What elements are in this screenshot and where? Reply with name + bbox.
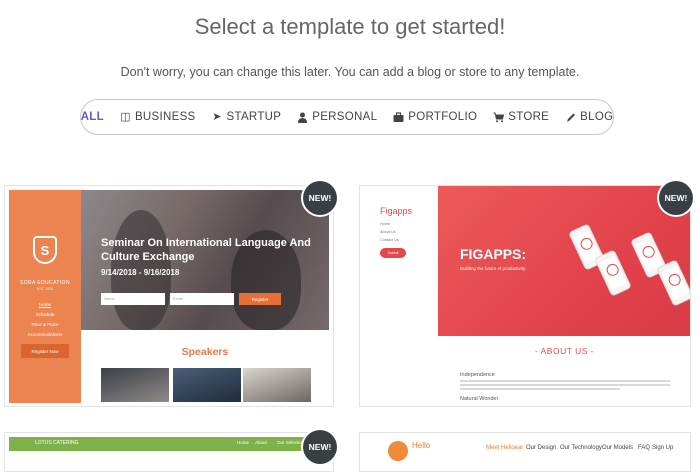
new-badge: NEW!: [303, 430, 337, 464]
template-card-figapps[interactable]: Figapps Home About Us Contact Us Submit …: [359, 185, 691, 407]
filter-business-label: BUSINESS: [134, 111, 196, 123]
filter-blog-label: BLOG: [580, 111, 614, 123]
figapps-tagline: Building the future of productivity.: [460, 266, 527, 271]
education-speakers-heading: Speakers: [181, 346, 229, 358]
figapps-title: FIGAPPS:: [460, 246, 527, 262]
filter-portfolio[interactable]: PORTFOLIO: [393, 111, 477, 123]
filter-personal-label: PERSONAL: [312, 111, 378, 123]
shield-logo-icon: S: [33, 236, 57, 264]
rocket-icon: ➤: [212, 110, 222, 123]
catering-nav-selection: Our Selection: [277, 440, 305, 445]
hello-nav-models: Our Models: [602, 445, 634, 451]
figapps-link-contact: Contact Us: [380, 238, 399, 242]
cart-icon: [493, 112, 505, 123]
document-icon: ◫: [120, 110, 131, 123]
filter-blog[interactable]: BLOG: [565, 111, 613, 123]
page-subtitle: Don't worry, you can change this later. …: [120, 65, 580, 79]
filter-business[interactable]: ◫ BUSINESS: [120, 111, 196, 123]
filter-startup-label: STARTUP: [226, 111, 282, 123]
hello-nav-technology: Our Technology: [560, 445, 602, 451]
person-icon: [297, 112, 308, 123]
education-established: EST. 1920: [36, 287, 54, 291]
hello-nav-faq: FAQ: [638, 445, 651, 451]
figapps-link-about: About Us: [380, 230, 396, 234]
template-card-education[interactable]: S SORA EDUCATION EST. 1920 Home Schedule…: [4, 185, 334, 407]
page-title: Select a template to get started!: [194, 14, 506, 39]
hello-nav-meet: Meet Helloear: [486, 445, 524, 451]
speaker-photo: [173, 368, 241, 402]
category-filter-bar: ALL ◫ BUSINESS ➤ STARTUP PERSONAL PORTFOLI…: [80, 99, 614, 135]
speaker-photo: [243, 368, 311, 402]
filter-store[interactable]: STORE: [493, 111, 549, 123]
briefcase-icon: [393, 111, 404, 123]
new-badge: NEW!: [659, 181, 693, 215]
hello-brand: Hello: [412, 441, 431, 450]
hello-nav-design: Our Design: [526, 445, 557, 451]
figapps-natural-wonder: Natural Wonder: [460, 396, 499, 402]
figapps-sidebar: Figapps Home About Us Contact Us Submit: [360, 186, 438, 404]
education-brand: SORA EDUCATION: [20, 280, 70, 286]
new-badge: NEW!: [303, 181, 337, 215]
speaker-photo: [101, 368, 169, 402]
filter-startup[interactable]: ➤ STARTUP: [212, 111, 282, 123]
filter-all[interactable]: ALL: [81, 111, 104, 123]
education-register-now: Register Now: [21, 344, 69, 358]
education-title: Seminar On International Language And Cu…: [101, 237, 311, 263]
pen-icon: [565, 112, 576, 123]
filter-all-label: ALL: [80, 111, 104, 123]
education-nav-accommodations: Accommodations: [27, 332, 63, 337]
education-register-button: Register: [239, 293, 281, 305]
figapps-link-home: Home: [380, 222, 391, 226]
hello-logo-icon: [388, 441, 408, 461]
figapps-independence: Independence: [460, 372, 495, 378]
education-nav-schedule: Schedule: [35, 312, 55, 317]
education-sidebar: S SORA EDUCATION EST. 1920 Home Schedule…: [9, 190, 81, 403]
catering-brand: LOTUS CATERING: [35, 440, 79, 446]
filter-personal[interactable]: PERSONAL: [297, 111, 377, 123]
catering-nav-home: Home: [237, 440, 250, 445]
education-dates: 9/14/2018 - 9/16/2018: [101, 268, 180, 277]
filter-portfolio-label: PORTFOLIO: [408, 111, 478, 123]
catering-nav-about: About: [255, 440, 267, 445]
hello-nav-signup: Sign Up: [652, 445, 674, 451]
education-email-input: Email: [170, 293, 234, 305]
figapps-logo: Figapps: [380, 206, 413, 216]
filter-store-label: STORE: [508, 111, 550, 123]
education-nav-price: Price & Place: [31, 322, 59, 327]
template-card-catering[interactable]: LOTUS CATERING Home About Our Selection: [4, 432, 334, 472]
template-card-hello[interactable]: Hello Meet Helloear Our Design Our Techn…: [359, 432, 691, 472]
figapps-submit-button: Submit: [380, 248, 406, 258]
education-name-input: Name: [101, 293, 165, 305]
education-nav-home: Home: [38, 302, 51, 307]
figapps-about-heading: - ABOUT US -: [534, 346, 595, 356]
